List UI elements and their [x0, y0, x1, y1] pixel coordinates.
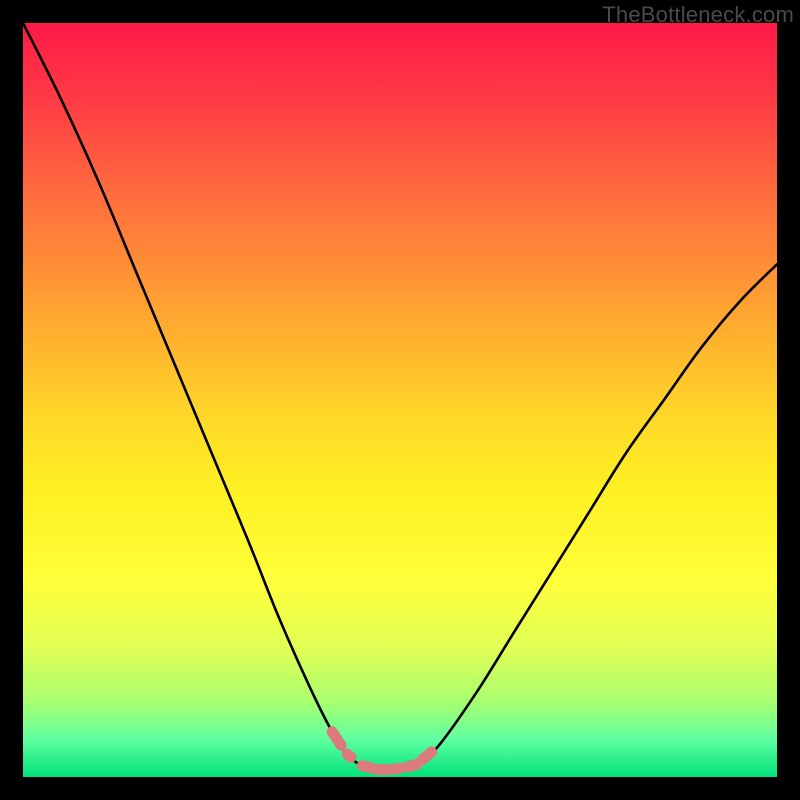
valley-marker-dash [408, 764, 417, 766]
curve-path [23, 23, 777, 770]
valley-markers [332, 732, 431, 770]
valley-marker-dash [392, 768, 400, 769]
valley-marker-dash [423, 752, 432, 760]
chart-frame: TheBottleneck.com [0, 0, 800, 800]
valley-marker-dash [347, 754, 351, 757]
bottleneck-curve [23, 23, 777, 777]
valley-marker-dash [362, 766, 371, 768]
valley-marker-dash [332, 732, 341, 746]
plot-area [23, 23, 777, 777]
